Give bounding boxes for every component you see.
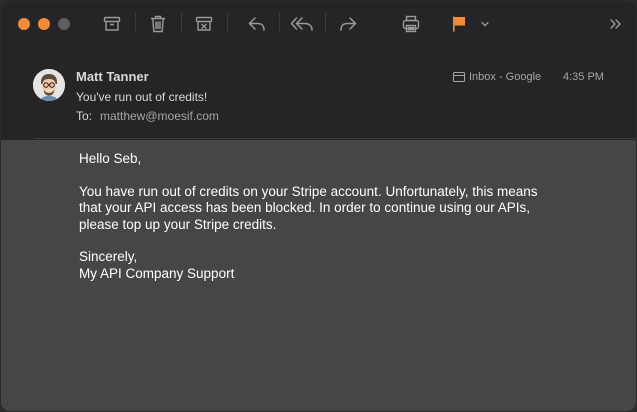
recipient-address[interactable]: matthew@moesif.com bbox=[100, 109, 219, 123]
junk-button[interactable] bbox=[190, 11, 218, 37]
forward-button[interactable] bbox=[334, 11, 362, 37]
toolbar-separator bbox=[181, 13, 182, 33]
header-divider bbox=[34, 138, 636, 139]
mailbox-label: Inbox - Google bbox=[469, 71, 542, 83]
toolbar-overflow-button[interactable] bbox=[605, 11, 627, 37]
zoom-window-button[interactable] bbox=[58, 18, 70, 30]
trash-button[interactable] bbox=[144, 11, 172, 37]
forward-icon bbox=[340, 17, 357, 31]
flag-icon bbox=[453, 16, 465, 32]
toolbar-separator bbox=[279, 13, 280, 33]
print-icon bbox=[402, 15, 420, 33]
mail-window: Matt Tanner You've run out of credits! T… bbox=[0, 0, 637, 412]
window-controls bbox=[18, 18, 70, 30]
to-label: To: bbox=[76, 109, 93, 123]
body-line: please top up your Stripe credits. bbox=[79, 216, 277, 232]
archive-button[interactable] bbox=[98, 11, 126, 37]
greeting: Hello Seb, bbox=[79, 151, 142, 166]
message-subject: You've run out of credits! bbox=[76, 90, 208, 104]
body-paragraph: You have run out of credits on your Stri… bbox=[79, 184, 599, 234]
reply-all-button[interactable] bbox=[288, 11, 316, 37]
toolbar-separator bbox=[135, 13, 136, 33]
sender-name: Matt Tanner bbox=[76, 69, 149, 84]
chevron-down-icon bbox=[481, 21, 489, 27]
print-button[interactable] bbox=[397, 11, 425, 37]
archive-icon bbox=[103, 16, 121, 31]
close-window-button[interactable] bbox=[18, 18, 30, 30]
sign-off: Sincerely, My API Company Support bbox=[79, 249, 599, 282]
sender-avatar bbox=[33, 69, 65, 101]
signature: My API Company Support bbox=[79, 265, 235, 281]
message-body: Hello Seb, You have run out of credits o… bbox=[79, 151, 599, 298]
message-header-area: Matt Tanner You've run out of credits! T… bbox=[1, 1, 636, 140]
body-line: that your API access has been blocked. I… bbox=[79, 200, 531, 215]
closing: Sincerely, bbox=[79, 249, 138, 264]
reply-icon bbox=[248, 17, 265, 31]
toolbar-separator bbox=[227, 13, 228, 33]
toolbar-separator bbox=[325, 13, 326, 33]
junk-icon bbox=[195, 16, 213, 31]
flag-button[interactable] bbox=[445, 11, 473, 37]
reply-all-icon bbox=[290, 17, 313, 31]
message-time: 4:35 PM bbox=[563, 71, 604, 83]
trash-icon bbox=[151, 15, 165, 33]
flag-menu-button[interactable] bbox=[475, 11, 495, 37]
body-line: You have run out of credits on your Stri… bbox=[79, 183, 538, 199]
mailbox-icon bbox=[453, 72, 465, 82]
minimize-window-button[interactable] bbox=[38, 18, 50, 30]
reply-button[interactable] bbox=[243, 11, 271, 37]
mailbox-indicator: Inbox - Google bbox=[453, 71, 541, 83]
overflow-chevron-icon bbox=[610, 19, 621, 29]
